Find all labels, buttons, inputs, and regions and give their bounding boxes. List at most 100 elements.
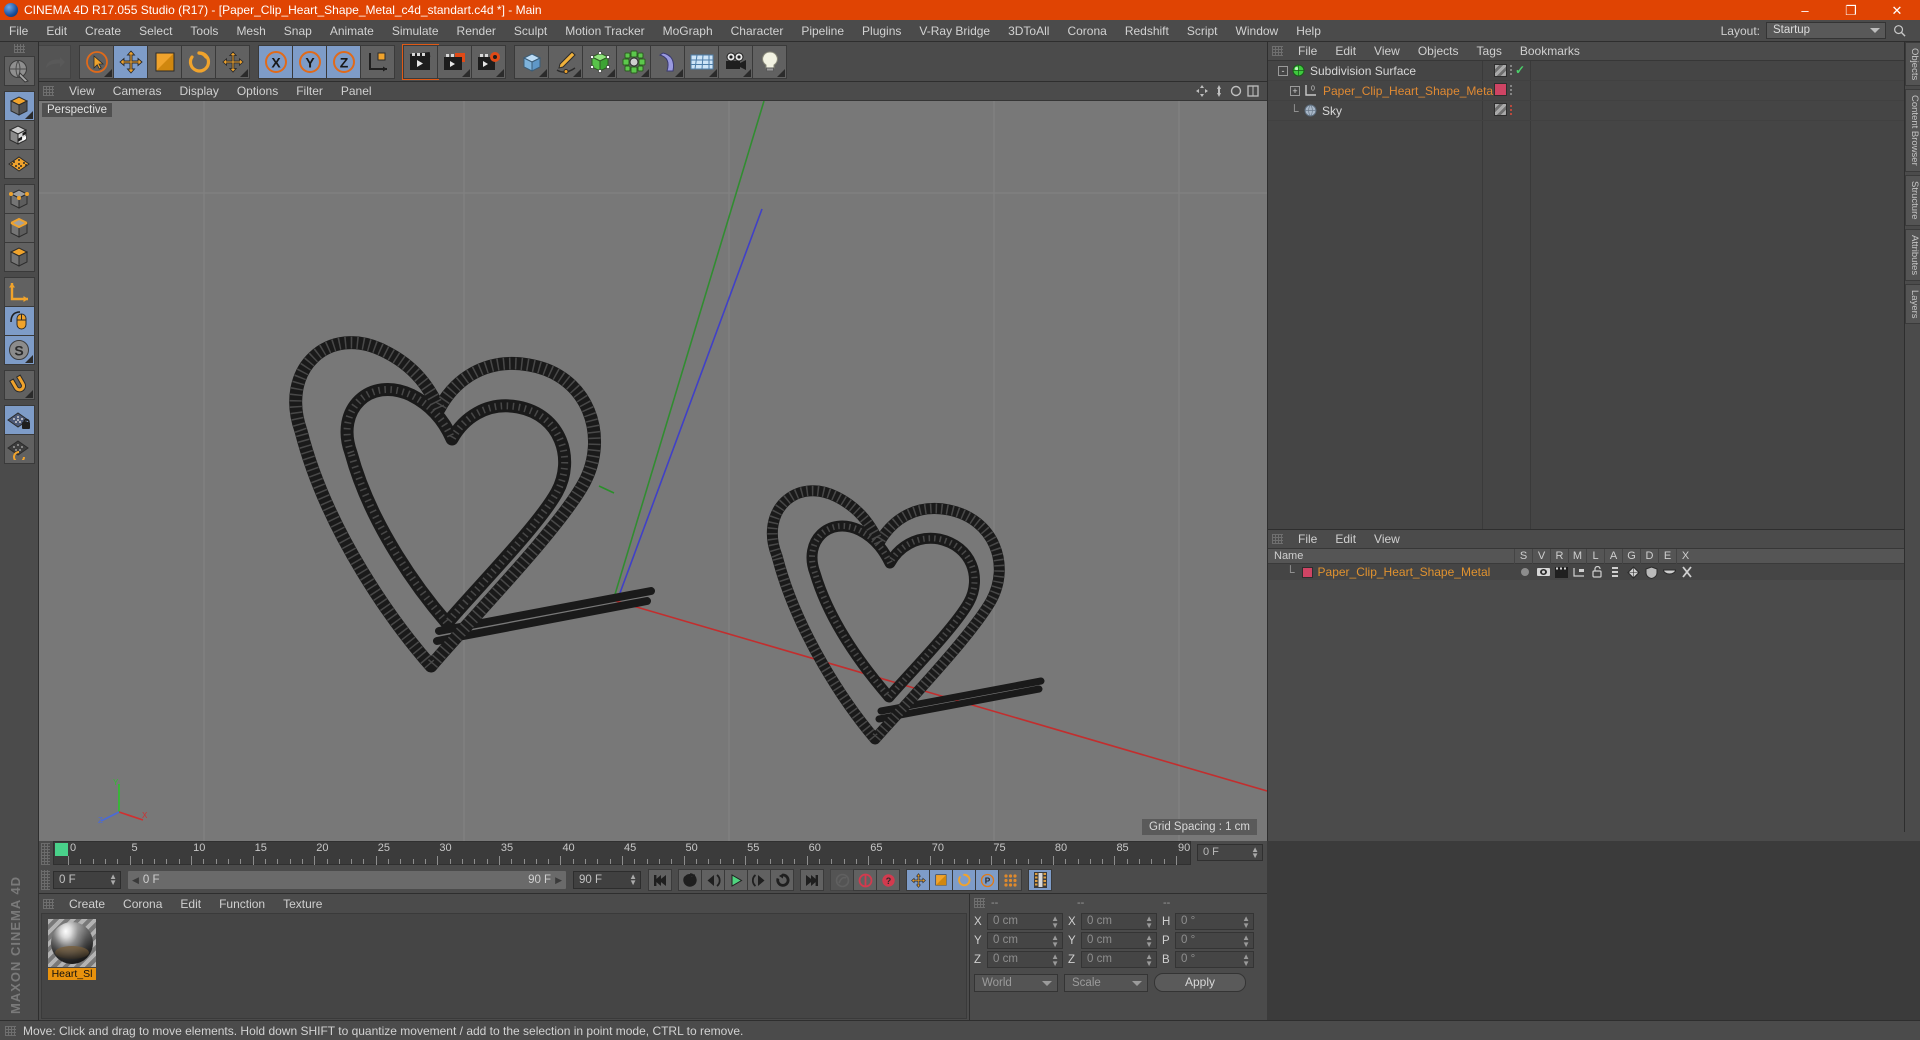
- parameter-key-button[interactable]: P: [975, 869, 999, 891]
- vtab-objects[interactable]: Objects: [1905, 42, 1920, 87]
- menu-item-mograph[interactable]: MoGraph: [654, 20, 722, 42]
- material-thumbnail[interactable]: Heart_Sl: [48, 919, 96, 980]
- range-left-arrow-icon[interactable]: ◀: [132, 875, 139, 886]
- timeline-frame-field[interactable]: 0 F ▲ ▼: [1197, 844, 1263, 861]
- viewport-menu-cameras[interactable]: Cameras: [104, 84, 171, 98]
- add-array-icon[interactable]: [616, 44, 651, 79]
- object-manager-tree[interactable]: - Subdivision Surface ✓ + 0 Paper_Clip_H…: [1268, 61, 1920, 529]
- add-camera-icon[interactable]: [718, 44, 753, 79]
- mm-menu-corona[interactable]: Corona: [114, 897, 171, 911]
- om-menu-tags[interactable]: Tags: [1468, 44, 1511, 58]
- spinner-icon[interactable]: ▲ ▼: [629, 873, 637, 887]
- menu-item-sculpt[interactable]: Sculpt: [505, 20, 556, 42]
- viewport-menu-display[interactable]: Display: [170, 84, 227, 98]
- coord-size-z-input[interactable]: 0 cm ▲ ▼: [1081, 951, 1157, 968]
- object-row-subdivision-surface[interactable]: - Subdivision Surface ✓: [1268, 61, 1920, 81]
- go-to-end-button[interactable]: [800, 869, 824, 891]
- edges-mode-icon[interactable]: [3, 213, 35, 243]
- live-selection-icon[interactable]: [79, 44, 114, 79]
- coord-rotation-p-input[interactable]: 0 ° ▲ ▼: [1175, 932, 1254, 949]
- object-row-sky[interactable]: └ Sky: [1268, 101, 1920, 121]
- menu-item-snap[interactable]: Snap: [275, 20, 321, 42]
- model-mode-icon[interactable]: [3, 91, 35, 121]
- toolbar-grip[interactable]: [13, 44, 25, 53]
- spinner-icon[interactable]: ▲ ▼: [1242, 934, 1250, 949]
- polygons-mode-icon[interactable]: [3, 242, 35, 272]
- ml-menu-view[interactable]: View: [1365, 532, 1409, 546]
- visibility-icon[interactable]: [1536, 566, 1550, 579]
- minimize-button[interactable]: –: [1782, 0, 1828, 20]
- menu-item-redshift[interactable]: Redshift: [1116, 20, 1178, 42]
- redo-icon[interactable]: [36, 44, 71, 79]
- workplane-lock-icon[interactable]: [3, 405, 35, 435]
- point-level-animation-button[interactable]: [998, 869, 1022, 891]
- vtab-structure[interactable]: Structure: [1905, 174, 1920, 226]
- record-active-objects-button[interactable]: [830, 869, 854, 891]
- end-frame-field[interactable]: 90 F ▲ ▼: [573, 871, 641, 889]
- workplane-rotate-icon[interactable]: [3, 434, 35, 464]
- frame-range-slider[interactable]: ◀ 0 F 90 F ▶: [127, 870, 567, 890]
- menu-item-pipeline[interactable]: Pipeline: [792, 20, 853, 42]
- hierarchy-icon[interactable]: [1572, 566, 1586, 579]
- add-nurbs-icon[interactable]: [582, 44, 617, 79]
- spinner-icon[interactable]: ▲ ▼: [1242, 953, 1250, 968]
- viewport-grip[interactable]: [43, 86, 54, 96]
- make-editable-icon[interactable]: [3, 56, 35, 86]
- range-right-arrow-icon[interactable]: ▶: [555, 875, 562, 886]
- add-floor-environment-icon[interactable]: [684, 44, 719, 79]
- coord-position-z-input[interactable]: 0 cm ▲ ▼: [987, 951, 1063, 968]
- material-list-row[interactable]: └ Paper_Clip_Heart_Shape_Metal: [1268, 564, 1920, 580]
- render-settings-icon[interactable]: [471, 44, 506, 79]
- play-loop-button[interactable]: [770, 869, 794, 891]
- rotate-tool-icon[interactable]: [181, 44, 216, 79]
- visibility-dots-icon[interactable]: [1510, 65, 1512, 75]
- coord-position-y-input[interactable]: 0 cm ▲ ▼: [987, 932, 1063, 949]
- menu-item-tools[interactable]: Tools: [181, 20, 227, 42]
- object-row-paper-clip-heart-shape-metal[interactable]: + 0 Paper_Clip_Heart_Shape_Metal: [1268, 81, 1920, 101]
- mm-menu-create[interactable]: Create: [60, 897, 114, 911]
- display-tag-icon[interactable]: [1494, 103, 1507, 116]
- soft-selection-icon[interactable]: S: [3, 335, 35, 365]
- visibility-dots-icon[interactable]: [1510, 84, 1512, 95]
- ml-menu-file[interactable]: File: [1289, 532, 1326, 546]
- om-menu-bookmarks[interactable]: Bookmarks: [1511, 44, 1589, 58]
- menu-item-motion-tracker[interactable]: Motion Tracker: [556, 20, 653, 42]
- mm-menu-function[interactable]: Function: [210, 897, 274, 911]
- coordinates-grip[interactable]: [974, 897, 985, 908]
- menu-item-edit[interactable]: Edit: [37, 20, 76, 42]
- menu-item-plugins[interactable]: Plugins: [853, 20, 910, 42]
- om-menu-file[interactable]: File: [1289, 44, 1326, 58]
- material-manager-body[interactable]: Heart_Sl: [41, 913, 967, 1019]
- coord-position-x-input[interactable]: 0 cm ▲ ▼: [987, 913, 1063, 930]
- menu-item-corona[interactable]: Corona: [1058, 20, 1115, 42]
- viewport-menu-filter[interactable]: Filter: [287, 84, 332, 98]
- om-menu-edit[interactable]: Edit: [1326, 44, 1365, 58]
- material-tag-icon[interactable]: [1494, 83, 1507, 96]
- spinner-icon[interactable]: ▲ ▼: [1251, 846, 1259, 860]
- y-axis-lock-icon[interactable]: Y: [292, 44, 327, 79]
- vtab-attributes[interactable]: Attributes: [1905, 228, 1920, 281]
- next-frame-button[interactable]: [747, 869, 771, 891]
- menu-item-animate[interactable]: Animate: [321, 20, 383, 42]
- previous-frame-button[interactable]: [701, 869, 725, 891]
- coordinate-space-dropdown[interactable]: World: [974, 973, 1058, 992]
- status-grip[interactable]: [5, 1025, 16, 1036]
- coord-size-y-input[interactable]: 0 cm ▲ ▼: [1081, 932, 1157, 949]
- viewport-menu-view[interactable]: View: [60, 84, 104, 98]
- spinner-icon[interactable]: ▲ ▼: [1145, 915, 1153, 930]
- viewport-menu-panel[interactable]: Panel: [332, 84, 381, 98]
- mm-menu-texture[interactable]: Texture: [274, 897, 331, 911]
- menu-item-3dtoall[interactable]: 3DToAll: [999, 20, 1058, 42]
- render-active-view-icon[interactable]: [402, 43, 439, 80]
- spinner-icon[interactable]: ▲ ▼: [109, 873, 117, 887]
- spinner-icon[interactable]: ▲ ▼: [1051, 915, 1059, 930]
- coord-rotation-h-input[interactable]: 0 ° ▲ ▼: [1175, 913, 1254, 930]
- render-to-picture-viewer-icon[interactable]: [437, 44, 472, 79]
- visibility-dots-icon[interactable]: [1510, 104, 1512, 115]
- axis-mode-icon[interactable]: [3, 277, 35, 307]
- coord-rotation-b-input[interactable]: 0 ° ▲ ▼: [1175, 951, 1254, 968]
- display-tag-icon[interactable]: [1494, 63, 1507, 77]
- expand-twirl-icon[interactable]: -: [1278, 65, 1288, 76]
- play-reverse-button[interactable]: [678, 869, 702, 891]
- viewport-move-icon[interactable]: [1196, 85, 1208, 97]
